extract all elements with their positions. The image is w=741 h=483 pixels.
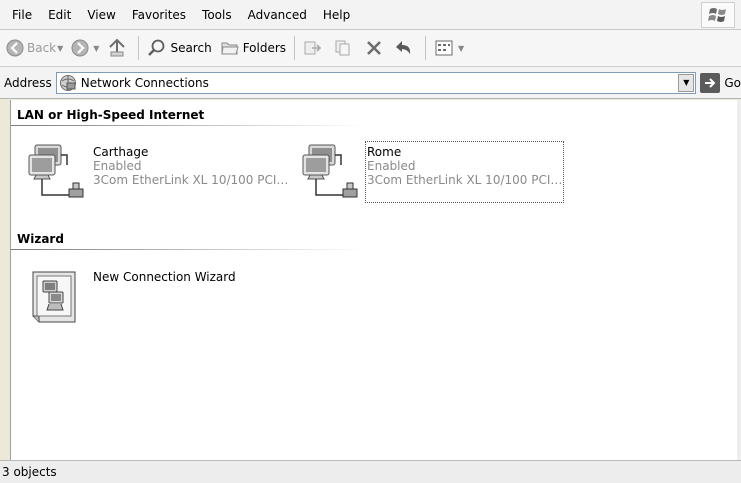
network-connections-icon [59, 74, 76, 91]
address-label: Address [4, 75, 52, 90]
connection-carthage[interactable]: Carthage Enabled 3Com EtherLink XL 10/10… [25, 143, 288, 201]
toolbar-separator [425, 36, 427, 60]
lan-connection-icon [28, 144, 84, 198]
back-button[interactable]: Back ▼ [2, 34, 67, 62]
forward-arrow-icon [71, 39, 89, 57]
search-button[interactable]: Search [143, 34, 215, 62]
back-arrow-icon [6, 39, 24, 57]
folders-label: Folders [242, 41, 287, 55]
content-pane: LAN or High-Speed Internet Carthage Enab… [10, 100, 741, 460]
go-button[interactable]: Go [700, 72, 741, 93]
new-connection-wizard[interactable]: New Connection Wizard [25, 268, 236, 326]
toolbar-separator [294, 36, 296, 60]
explorer-window: File Edit View Favorites Tools Advanced … [0, 0, 741, 483]
folders-icon [221, 42, 239, 55]
search-label: Search [170, 41, 212, 55]
wizard-details: New Connection Wizard [93, 268, 236, 326]
move-to-icon [304, 41, 322, 55]
connection-status: Enabled [367, 159, 416, 173]
menu-favorites[interactable]: Favorites [124, 8, 194, 22]
undo-icon [396, 41, 411, 54]
undo-button[interactable] [390, 34, 421, 62]
connection-name: Carthage [93, 145, 149, 159]
back-label: Back [27, 41, 57, 55]
connection-rome[interactable]: Rome Enabled 3Com EtherLink XL 10/100 PC… [299, 141, 565, 203]
toolbar-separator [138, 36, 140, 60]
address-field[interactable]: ▼ [55, 71, 697, 94]
views-icon [435, 40, 453, 56]
views-button[interactable]: ▼ [430, 34, 468, 62]
connection-device: 3Com EtherLink XL 10/100 PCI… [367, 173, 563, 187]
group-header-lan: LAN or High-Speed Internet [17, 108, 205, 122]
group-divider [11, 125, 366, 126]
group-divider [11, 249, 366, 250]
windows-logo-icon [701, 2, 735, 28]
menu-tools[interactable]: Tools [194, 8, 240, 22]
menu-edit[interactable]: Edit [40, 8, 79, 22]
connection-wizard-icon [32, 271, 76, 323]
menu-file[interactable]: File [4, 8, 40, 22]
delete-icon [367, 41, 381, 55]
right-edge [737, 100, 741, 460]
status-bar: 3 objects [0, 460, 741, 483]
up-folder-icon [109, 38, 126, 57]
connection-details: Carthage Enabled 3Com EtherLink XL 10/10… [93, 143, 288, 201]
toolbar: Back ▼ ▼ Search Folders ▼ [0, 30, 741, 67]
group-header-wizard: Wizard [17, 232, 64, 246]
wizard-name: New Connection Wizard [93, 270, 236, 284]
forward-button[interactable]: ▼ [67, 34, 103, 62]
menu-view[interactable]: View [79, 8, 123, 22]
connection-device: 3Com EtherLink XL 10/100 PCI… [93, 173, 289, 187]
up-folder-button[interactable] [103, 34, 134, 62]
connection-status: Enabled [93, 159, 142, 173]
views-dropdown-icon[interactable]: ▼ [458, 44, 464, 53]
menu-bar: File Edit View Favorites Tools Advanced … [0, 0, 741, 30]
go-label: Go [724, 75, 741, 90]
menu-help[interactable]: Help [315, 8, 358, 22]
folders-button[interactable]: Folders [216, 34, 290, 62]
connection-name: Rome [367, 145, 402, 159]
address-dropdown-icon[interactable]: ▼ [678, 73, 695, 92]
address-input[interactable] [80, 75, 679, 90]
menu-advanced[interactable]: Advanced [240, 8, 315, 22]
address-bar: Address ▼ Go [0, 67, 741, 99]
copy-to-icon [335, 40, 350, 56]
move-to-button[interactable] [299, 34, 330, 62]
search-icon [148, 39, 165, 56]
delete-button[interactable] [361, 34, 390, 62]
lan-connection-icon [302, 144, 358, 198]
go-arrow-icon [700, 72, 721, 93]
back-dropdown-icon[interactable]: ▼ [57, 44, 63, 53]
connection-details: Rome Enabled 3Com EtherLink XL 10/100 PC… [364, 141, 565, 203]
forward-dropdown-icon[interactable]: ▼ [93, 44, 99, 53]
status-text: 3 objects [2, 465, 57, 479]
copy-to-button[interactable] [330, 34, 361, 62]
